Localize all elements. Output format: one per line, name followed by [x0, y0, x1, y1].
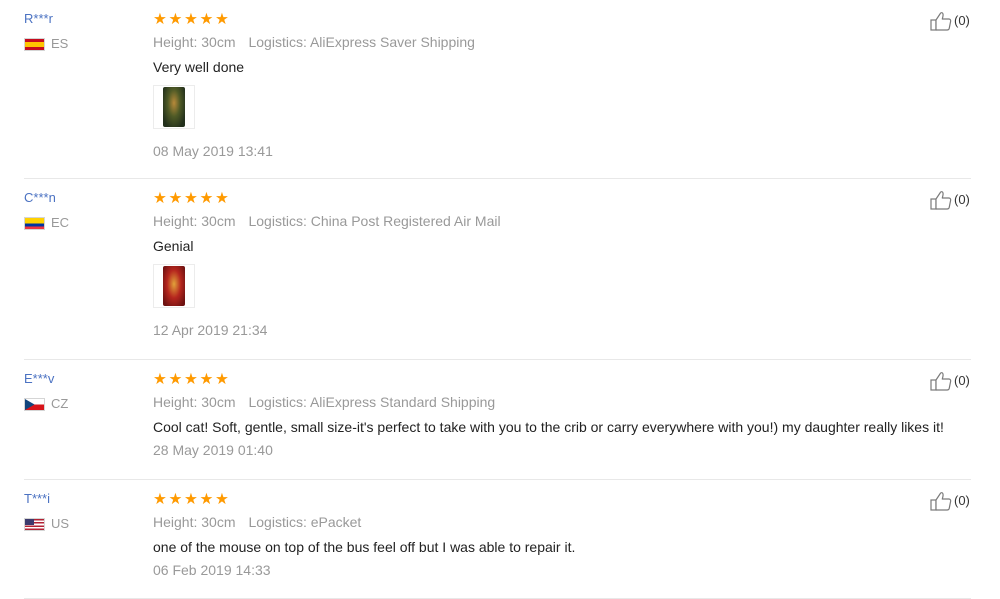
- star-icon: ★: [153, 190, 168, 207]
- review-meta: Height: 30cm Logistics: China Post Regist…: [153, 213, 913, 229]
- usa-flag-icon: [24, 517, 45, 531]
- helpful-count: (0): [954, 493, 970, 508]
- review-content: ★★★★★ Height: 30cm Logistics: ePacket one…: [153, 491, 913, 578]
- star-icon: ★: [168, 190, 183, 207]
- reviewer-name[interactable]: R***r: [24, 11, 68, 27]
- star-icon: ★: [215, 371, 230, 388]
- helpful-button[interactable]: (0): [930, 371, 970, 391]
- review-photo: [163, 87, 185, 127]
- review-text: Cool cat! Soft, gentle, small size-it's …: [153, 419, 944, 435]
- country-code: EC: [51, 215, 70, 230]
- review-text: Genial: [153, 238, 194, 254]
- star-icon: ★: [153, 491, 168, 508]
- review-date: 06 Feb 2019 14:33: [153, 562, 271, 578]
- review-date: 28 May 2019 01:40: [153, 442, 273, 458]
- review-date: 08 May 2019 13:41: [153, 143, 273, 159]
- reviewer-country: CZ: [24, 397, 68, 411]
- review-date: 12 Apr 2019 21:34: [153, 322, 268, 338]
- reviewer-name[interactable]: E***v: [24, 371, 68, 387]
- star-icon: ★: [199, 491, 214, 508]
- reviewer-country: US: [24, 517, 69, 531]
- reviewer-country: EC: [24, 216, 69, 230]
- star-icon: ★: [168, 371, 183, 388]
- star-icon: ★: [168, 491, 183, 508]
- review-content: ★★★★★ Height: 30cm Logistics: AliExpress …: [153, 371, 944, 458]
- review-list: R***r ES ★★★★★ Height: 30cm Logistics: Al…: [24, 0, 971, 599]
- star-icon: ★: [153, 11, 168, 28]
- review-photo: [163, 266, 185, 306]
- review-meta: Height: 30cm Logistics: AliExpress Standa…: [153, 394, 913, 410]
- reviewer-name[interactable]: T***i: [24, 491, 69, 507]
- czech-flag-icon: [24, 397, 45, 411]
- star-icon: ★: [153, 371, 168, 388]
- review-item: R***r ES ★★★★★ Height: 30cm Logistics: Al…: [24, 0, 971, 179]
- review-photo-thumbnail[interactable]: [153, 85, 195, 129]
- product-height: Height: 30cm: [153, 213, 236, 229]
- product-height: Height: 30cm: [153, 514, 236, 530]
- star-icon: ★: [199, 11, 214, 28]
- country-code: CZ: [51, 396, 69, 411]
- product-height: Height: 30cm: [153, 394, 236, 410]
- review-item: T***i US ★★★★★ Height: 30cm Logistics: eP…: [24, 480, 971, 599]
- thumbs-up-icon: [930, 492, 952, 511]
- review-content: ★★★★★ Height: 30cm Logistics: AliExpress …: [153, 11, 913, 159]
- review-item: C***n EC ★★★★★ Height: 30cm Logistics: Ch…: [24, 179, 971, 360]
- star-rating: ★★★★★: [153, 491, 913, 509]
- star-icon: ★: [184, 491, 199, 508]
- logistics: Logistics: China Post Registered Air Mai…: [248, 213, 501, 229]
- review-content: ★★★★★ Height: 30cm Logistics: China Post …: [153, 190, 913, 338]
- logistics: Logistics: AliExpress Standard Shipping: [248, 394, 496, 410]
- thumbs-up-icon: [930, 372, 952, 391]
- reviewer-info: T***i US: [24, 491, 69, 531]
- helpful-button[interactable]: (0): [930, 190, 970, 210]
- logistics: Logistics: ePacket: [248, 514, 362, 530]
- ecuador-flag-icon: [24, 216, 45, 230]
- country-code: ES: [51, 36, 69, 51]
- review-meta: Height: 30cm Logistics: ePacket: [153, 514, 913, 530]
- product-height: Height: 30cm: [153, 34, 236, 50]
- star-icon: ★: [184, 11, 199, 28]
- reviewer-info: R***r ES: [24, 11, 68, 51]
- reviewer-country: ES: [24, 37, 68, 51]
- star-icon: ★: [215, 190, 230, 207]
- review-item: E***v CZ ★★★★★ Height: 30cm Logistics: Al…: [24, 360, 971, 480]
- thumbs-up-icon: [930, 12, 952, 31]
- star-rating: ★★★★★: [153, 371, 913, 389]
- reviewer-info: C***n EC: [24, 190, 69, 230]
- star-icon: ★: [199, 371, 214, 388]
- star-rating: ★★★★★: [153, 11, 913, 29]
- country-code: US: [51, 516, 70, 531]
- star-icon: ★: [184, 371, 199, 388]
- helpful-button[interactable]: (0): [930, 11, 970, 31]
- reviewer-name[interactable]: C***n: [24, 190, 69, 206]
- star-icon: ★: [215, 491, 230, 508]
- helpful-count: (0): [954, 373, 970, 388]
- review-text: Very well done: [153, 59, 245, 75]
- spain-flag-icon: [24, 37, 45, 51]
- helpful-count: (0): [954, 192, 970, 207]
- review-photo-thumbnail[interactable]: [153, 264, 195, 308]
- star-icon: ★: [168, 11, 183, 28]
- helpful-count: (0): [954, 13, 970, 28]
- star-icon: ★: [215, 11, 230, 28]
- review-text: one of the mouse on top of the bus feel …: [153, 539, 576, 555]
- star-rating: ★★★★★: [153, 190, 913, 208]
- thumbs-up-icon: [930, 191, 952, 210]
- star-icon: ★: [184, 190, 199, 207]
- helpful-button[interactable]: (0): [930, 491, 970, 511]
- review-meta: Height: 30cm Logistics: AliExpress Saver …: [153, 34, 913, 50]
- star-icon: ★: [199, 190, 214, 207]
- logistics: Logistics: AliExpress Saver Shipping: [248, 34, 475, 50]
- reviewer-info: E***v CZ: [24, 371, 68, 411]
